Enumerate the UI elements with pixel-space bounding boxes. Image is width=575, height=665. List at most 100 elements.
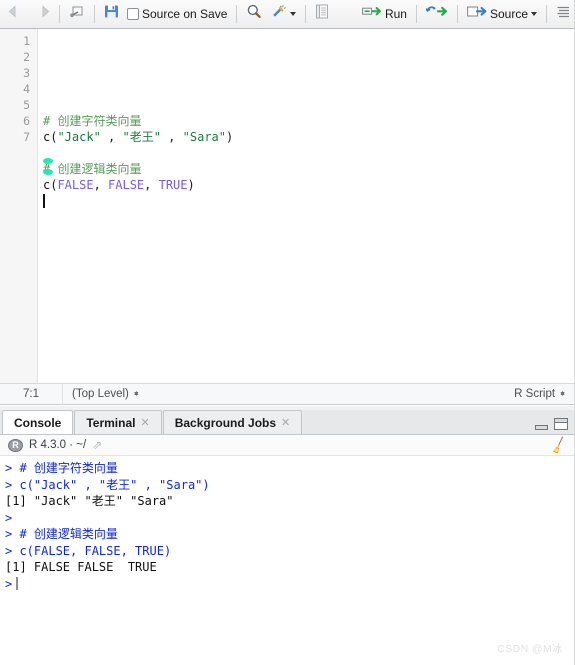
maximize-icon[interactable]	[554, 418, 568, 430]
r-logo-icon: R	[8, 438, 23, 452]
up-down-chevron-icon: ▲ ▼	[559, 389, 566, 398]
console-output[interactable]: > # 创建字符类向量 > c("Jack" , "老王" , "Sara") [1…	[0, 456, 575, 664]
document-outline-button[interactable]	[552, 3, 575, 25]
console-tab-bar: Console Terminal ✕ Background Jobs ✕	[0, 410, 575, 435]
up-down-chevron-icon: ▲ ▼	[132, 389, 140, 398]
save-button[interactable]	[100, 3, 123, 25]
run-button[interactable]: Run	[358, 3, 411, 25]
toolbar-divider	[456, 5, 458, 23]
console-input-text: >	[5, 510, 13, 525]
console-line: [1] "Jack" "老王" "Sara"	[5, 493, 575, 510]
code-token: "Jack"	[57, 130, 101, 144]
line-number: 5	[23, 98, 30, 112]
chevron-down-icon	[290, 12, 297, 16]
code-line: c("Jack" , "老王" , "Sara")	[43, 129, 574, 145]
rerun-button[interactable]	[422, 3, 452, 25]
console-input-text: > # 创建字符类向量	[5, 461, 118, 475]
console-line: >	[5, 510, 575, 527]
tab-label: Background Jobs	[174, 415, 277, 430]
tab-label: Console	[14, 415, 62, 430]
console-cursor	[16, 576, 18, 590]
code-text-area[interactable]: # 创建字符类向量 c("Jack" , "老王" , "Sara") # 创建逻辑…	[38, 29, 574, 383]
toolbar-divider	[236, 5, 238, 23]
code-token: TRUE	[158, 178, 188, 192]
open-directory-icon[interactable]: ⇗	[92, 438, 102, 452]
code-token: ,	[160, 130, 183, 144]
code-line: # 创建字符类向量	[43, 113, 574, 129]
toolbar-divider	[94, 5, 95, 23]
text-cursor	[43, 194, 45, 208]
source-on-save-checkbox[interactable]: Source on Save	[123, 3, 231, 25]
code-token: ,	[93, 178, 109, 192]
chevron-down-icon	[531, 12, 537, 16]
forward-button[interactable]	[29, 3, 54, 25]
console-tab-console[interactable]: Console	[2, 410, 74, 434]
code-editor[interactable]: 1234567 # 创建字符类向量 c("Jack" , "老王" , "Sara…	[0, 29, 575, 383]
rerun-icon	[425, 5, 448, 23]
console-tab-background-jobs[interactable]: Background Jobs ✕	[162, 410, 303, 434]
console-output-text: [1] "Jack" "老王" "Sara"	[5, 494, 174, 508]
file-type-selector[interactable]: R Script ▲ ▼	[514, 388, 574, 400]
code-token: ,	[100, 130, 123, 144]
magnifier-icon	[246, 4, 262, 24]
minimize-icon[interactable]	[535, 425, 548, 430]
code-token: "Sara"	[182, 130, 226, 144]
line-number: 3	[23, 66, 30, 80]
console-input-text: > c("Jack" , "老王" , "Sara")	[5, 477, 210, 492]
code-token: c(	[43, 130, 58, 144]
console-output-text: [1] FALSE FALSE TRUE	[5, 560, 157, 574]
cursor-position: 7:1	[23, 388, 39, 400]
compile-report-button[interactable]	[311, 3, 333, 25]
source-button[interactable]: Source	[463, 3, 541, 25]
console-tab-terminal[interactable]: Terminal ✕	[74, 410, 162, 434]
toolbar-divider	[305, 5, 307, 23]
line-number: 7	[23, 130, 30, 144]
checkbox-box	[127, 8, 139, 20]
watermark: CSDN @M冰	[497, 643, 563, 655]
show-in-new-window-button[interactable]	[65, 3, 89, 25]
code-tools-button[interactable]	[266, 3, 300, 25]
console-line: > # 创建逻辑类向量	[5, 526, 575, 543]
console-input-text: >	[5, 576, 13, 591]
code-line: c(FALSE, FALSE, TRUE)	[43, 177, 574, 193]
console-line: > c("Jack" , "老王" , "Sara")	[5, 477, 575, 494]
pane-window-controls	[535, 418, 568, 430]
scope-selector[interactable]: (Top Level) ▲ ▼	[63, 388, 140, 400]
scope-label: (Top Level)	[72, 388, 129, 400]
source-label: Source	[489, 7, 528, 21]
console-line: > c(FALSE, FALSE, TRUE)	[5, 543, 575, 560]
source-icon	[467, 5, 487, 23]
console-line: >	[5, 576, 575, 593]
ime-indicator-dot	[43, 158, 53, 164]
file-type-label: R Script	[514, 388, 556, 400]
code-token: "老王"	[122, 130, 161, 144]
line-number: 1	[23, 34, 30, 48]
arrow-right-icon	[33, 5, 50, 23]
line-number: 4	[23, 82, 30, 96]
rstudio-window: Source on Save Run Source 1 2 3 4 5 6 7 …	[0, 0, 575, 665]
broom-clear-console-icon[interactable]: 🧹	[549, 436, 570, 457]
arrow-left-icon	[8, 5, 25, 23]
run-label: Run	[384, 7, 407, 21]
editor-status-bar: 7:1 (Top Level) ▲ ▼ R Script ▲ ▼	[0, 383, 575, 405]
code-token: c(	[43, 178, 58, 192]
code-token: FALSE	[108, 178, 145, 192]
close-icon[interactable]: ✕	[140, 416, 149, 429]
console-header: R R 4.3.0 · ~/ ⇗ 🧹	[0, 435, 575, 456]
code-token: )	[226, 130, 234, 144]
code-line: # 创建逻辑类向量	[43, 161, 574, 177]
code-token: FALSE	[57, 178, 94, 192]
source-on-save-label: Source on Save	[142, 7, 228, 21]
console-input-text: > # 创建逻辑类向量	[5, 527, 118, 541]
line-number-gutter: 1 2 3 4 5 6 7	[0, 29, 38, 383]
back-button[interactable]	[4, 3, 29, 25]
line-number: 2	[23, 50, 30, 64]
toolbar-divider	[546, 5, 547, 23]
find-replace-button[interactable]	[242, 3, 266, 25]
close-icon[interactable]: ✕	[281, 416, 290, 429]
code-token: # 创建字符类向量	[43, 114, 142, 128]
save-icon	[104, 4, 119, 24]
document-outline-icon	[556, 5, 571, 24]
